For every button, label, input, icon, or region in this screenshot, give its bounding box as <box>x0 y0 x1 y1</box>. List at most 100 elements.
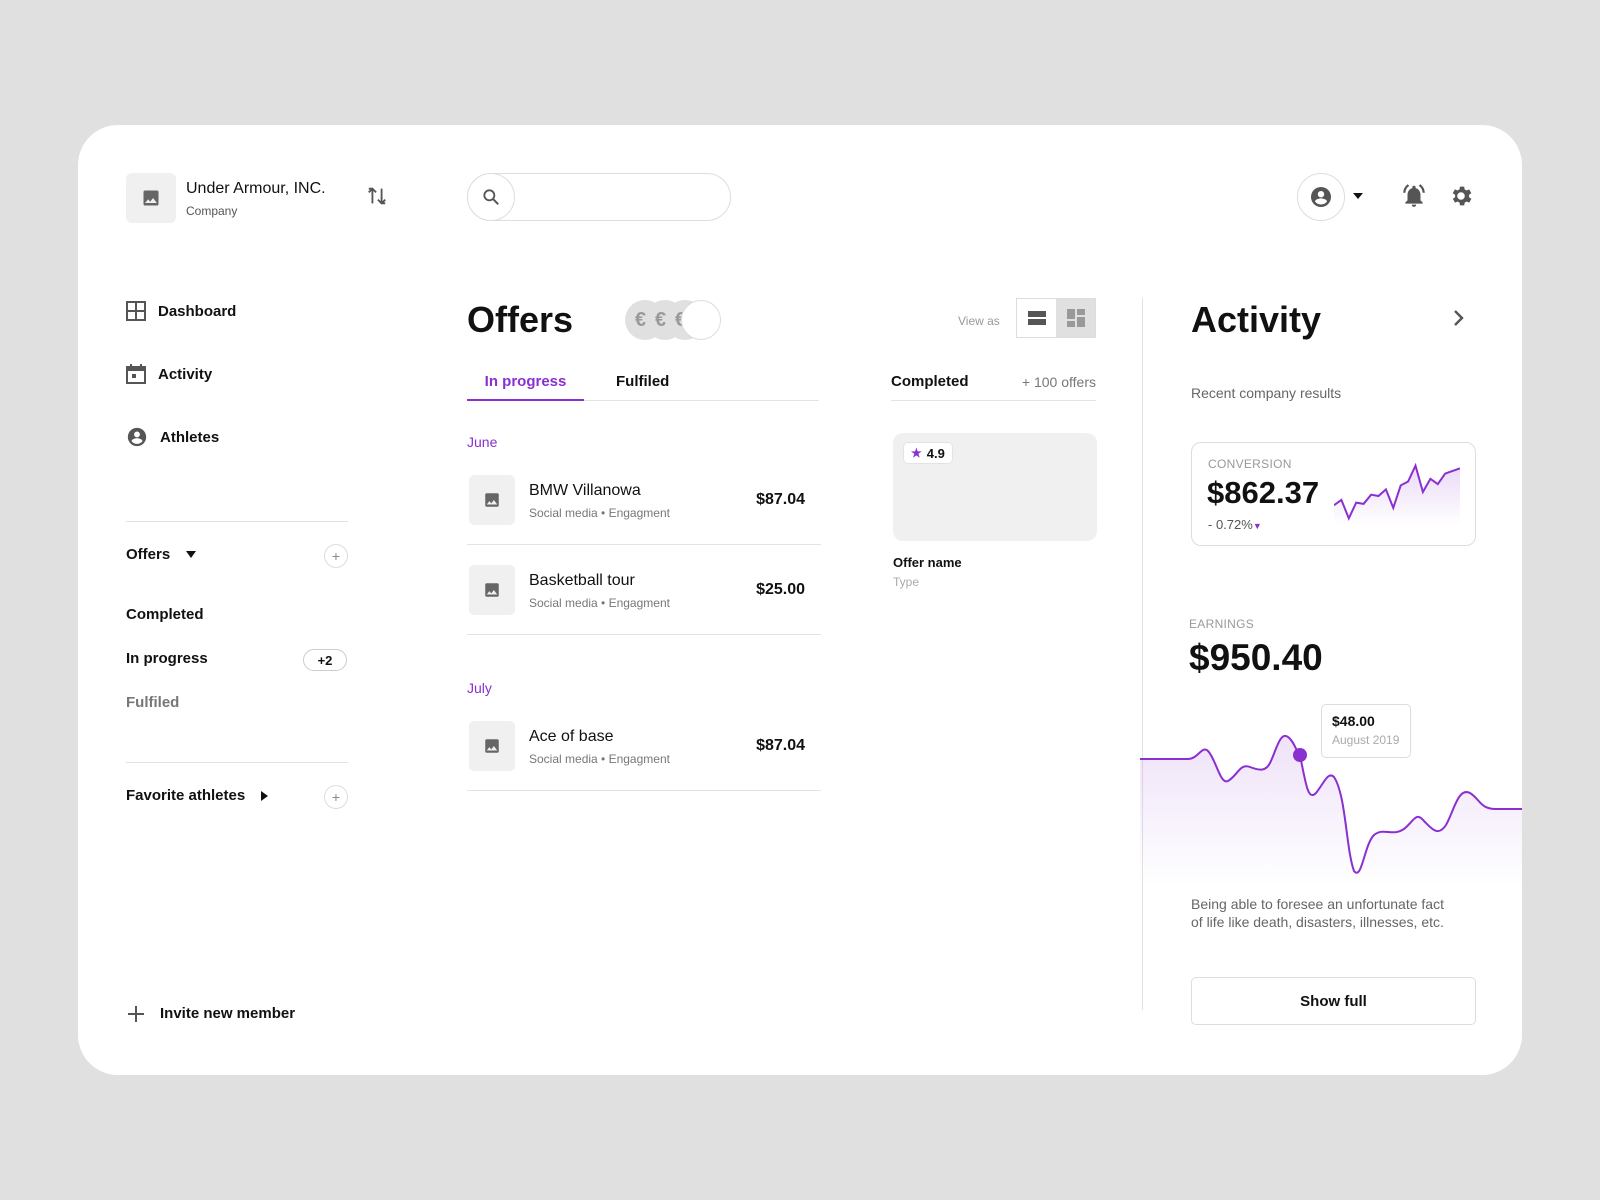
trend-down-icon: ▼ <box>1252 521 1262 531</box>
search-input[interactable] <box>522 184 712 210</box>
image-icon <box>485 493 499 507</box>
earnings-area <box>1140 735 1522 885</box>
tab-fulfiled[interactable]: Fulfiled <box>616 373 669 401</box>
company-name: Under Armour, INC. <box>186 180 326 197</box>
earnings-tooltip: $48.00 August 2019 <box>1321 704 1411 758</box>
plus-icon: + <box>331 548 341 564</box>
chevron-right-icon[interactable] <box>1452 308 1466 328</box>
view-as-label: View as <box>958 314 1000 328</box>
offer-thumbnail <box>469 475 515 525</box>
conversion-sparkline <box>1334 463 1460 525</box>
plus-icon: + <box>331 789 341 805</box>
account-button[interactable] <box>1297 173 1345 221</box>
offer-price: $25.00 <box>756 581 805 598</box>
add-avatar[interactable] <box>681 300 721 340</box>
sidebar-item-label: Athletes <box>160 428 220 446</box>
offer-name: Basketball tour <box>529 572 635 589</box>
add-favorite-athlete-button[interactable]: + <box>324 785 348 809</box>
in-progress-count-badge: +2 <box>303 649 347 671</box>
completed-offer-type: Type <box>893 575 920 589</box>
view-toggle <box>1016 298 1096 338</box>
sidebar-item-dashboard[interactable]: Dashboard <box>126 301 236 321</box>
earnings-description: Being able to foresee an unfortunate fac… <box>1191 896 1444 930</box>
offer-meta: Social media • Engagment <box>529 506 670 520</box>
dashboard-card: Under Armour, INC. Company Dashboard Act… <box>78 125 1522 1075</box>
search-button[interactable] <box>467 173 515 221</box>
sidebar-item-athletes[interactable]: Athletes <box>126 426 219 448</box>
sidebar-divider <box>126 521 348 522</box>
earnings-value: $950.40 <box>1189 637 1323 678</box>
caret-right-icon <box>261 790 269 801</box>
completed-count-link[interactable]: + 100 offers <box>1022 374 1096 390</box>
caret-down-icon <box>186 551 197 558</box>
search-icon <box>483 189 499 205</box>
favorite-athletes-toggle[interactable]: Favorite athletes <box>126 787 269 804</box>
account-icon <box>1311 187 1331 207</box>
offer-row[interactable]: Ace of base Social media • Engagment $87… <box>467 701 821 791</box>
tab-in-progress[interactable]: In progress <box>467 373 584 401</box>
image-icon <box>143 190 159 206</box>
company-logo <box>126 173 176 223</box>
completed-offer-card[interactable]: ★ 4.9 <box>893 433 1097 541</box>
company-type: Company <box>186 204 238 218</box>
offer-tabs: In progress Fulfiled <box>467 373 819 401</box>
activity-title: Activity <box>1191 299 1322 340</box>
offers-section-label: Offers <box>126 546 171 563</box>
offer-name: BMW Villanowa <box>529 482 641 499</box>
list-view-button[interactable] <box>1017 299 1056 337</box>
image-icon <box>485 583 499 597</box>
offer-meta: Social media • Engagment <box>529 752 670 766</box>
earnings-highlight-point[interactable] <box>1293 748 1307 762</box>
dashboard-icon <box>126 301 146 321</box>
conversion-label: CONVERSION <box>1208 457 1292 471</box>
rating-value: 4.9 <box>926 445 945 461</box>
sidebar-item-activity[interactable]: Activity <box>126 364 212 384</box>
month-label: June <box>467 434 498 450</box>
rating-badge: ★ 4.9 <box>903 442 953 464</box>
offers-title: Offers <box>467 299 574 340</box>
grid-view-icon <box>1066 309 1085 327</box>
completed-header: Completed + 100 offers <box>891 373 1096 401</box>
offer-row[interactable]: Basketball tour Social media • Engagment… <box>467 545 821 635</box>
offer-name: Ace of base <box>529 728 614 745</box>
completed-offer-name: Offer name <box>893 555 962 570</box>
tooltip-date: August 2019 <box>1332 733 1400 747</box>
conversion-delta: - 0.72%▼ <box>1208 517 1262 532</box>
account-menu-caret-icon[interactable] <box>1353 193 1363 199</box>
image-icon <box>485 739 499 753</box>
invite-label: Invite new member <box>160 1005 296 1022</box>
offers-section-toggle[interactable]: Offers <box>126 546 197 563</box>
sidebar-item-label: Activity <box>158 365 213 383</box>
calendar-icon <box>126 364 146 384</box>
add-offer-button[interactable]: + <box>324 544 348 568</box>
favorite-athletes-label: Favorite athletes <box>126 787 246 804</box>
star-icon: ★ <box>911 446 922 460</box>
conversion-delta-value: - 0.72% <box>1208 517 1253 532</box>
plus-icon <box>128 1005 144 1022</box>
offer-price: $87.04 <box>756 737 805 754</box>
offer-thumbnail <box>469 721 515 771</box>
panel-divider <box>1142 298 1143 1010</box>
activity-subtitle: Recent company results <box>1191 385 1342 401</box>
invite-member-button[interactable]: Invite new member <box>128 1005 295 1022</box>
sidebar-item-label: Dashboard <box>158 302 237 320</box>
conversion-card: CONVERSION $862.37 - 0.72%▼ <box>1191 442 1476 546</box>
offer-price: $87.04 <box>756 491 805 508</box>
tooltip-value: $48.00 <box>1332 713 1375 729</box>
sidebar-offer-in-progress[interactable]: In progress <box>126 650 208 667</box>
gear-icon[interactable] <box>1448 183 1474 209</box>
sidebar-offer-fulfiled[interactable]: Fulfiled <box>126 694 179 711</box>
grid-view-button[interactable] <box>1056 299 1095 337</box>
offer-thumbnail <box>469 565 515 615</box>
conversion-value: $862.37 <box>1207 475 1320 510</box>
show-full-button[interactable]: Show full <box>1191 977 1476 1025</box>
month-label: July <box>467 680 492 696</box>
search-bar[interactable] <box>467 173 731 221</box>
list-view-icon <box>1027 311 1046 325</box>
sidebar-offer-completed[interactable]: Completed <box>126 606 204 623</box>
bell-icon[interactable] <box>1401 183 1427 209</box>
switch-company-icon[interactable] <box>366 185 388 207</box>
earnings-label: EARNINGS <box>1189 617 1255 631</box>
offer-row[interactable]: BMW Villanowa Social media • Engagment $… <box>467 455 821 545</box>
avatar-stack[interactable]: € € € <box>625 300 725 340</box>
